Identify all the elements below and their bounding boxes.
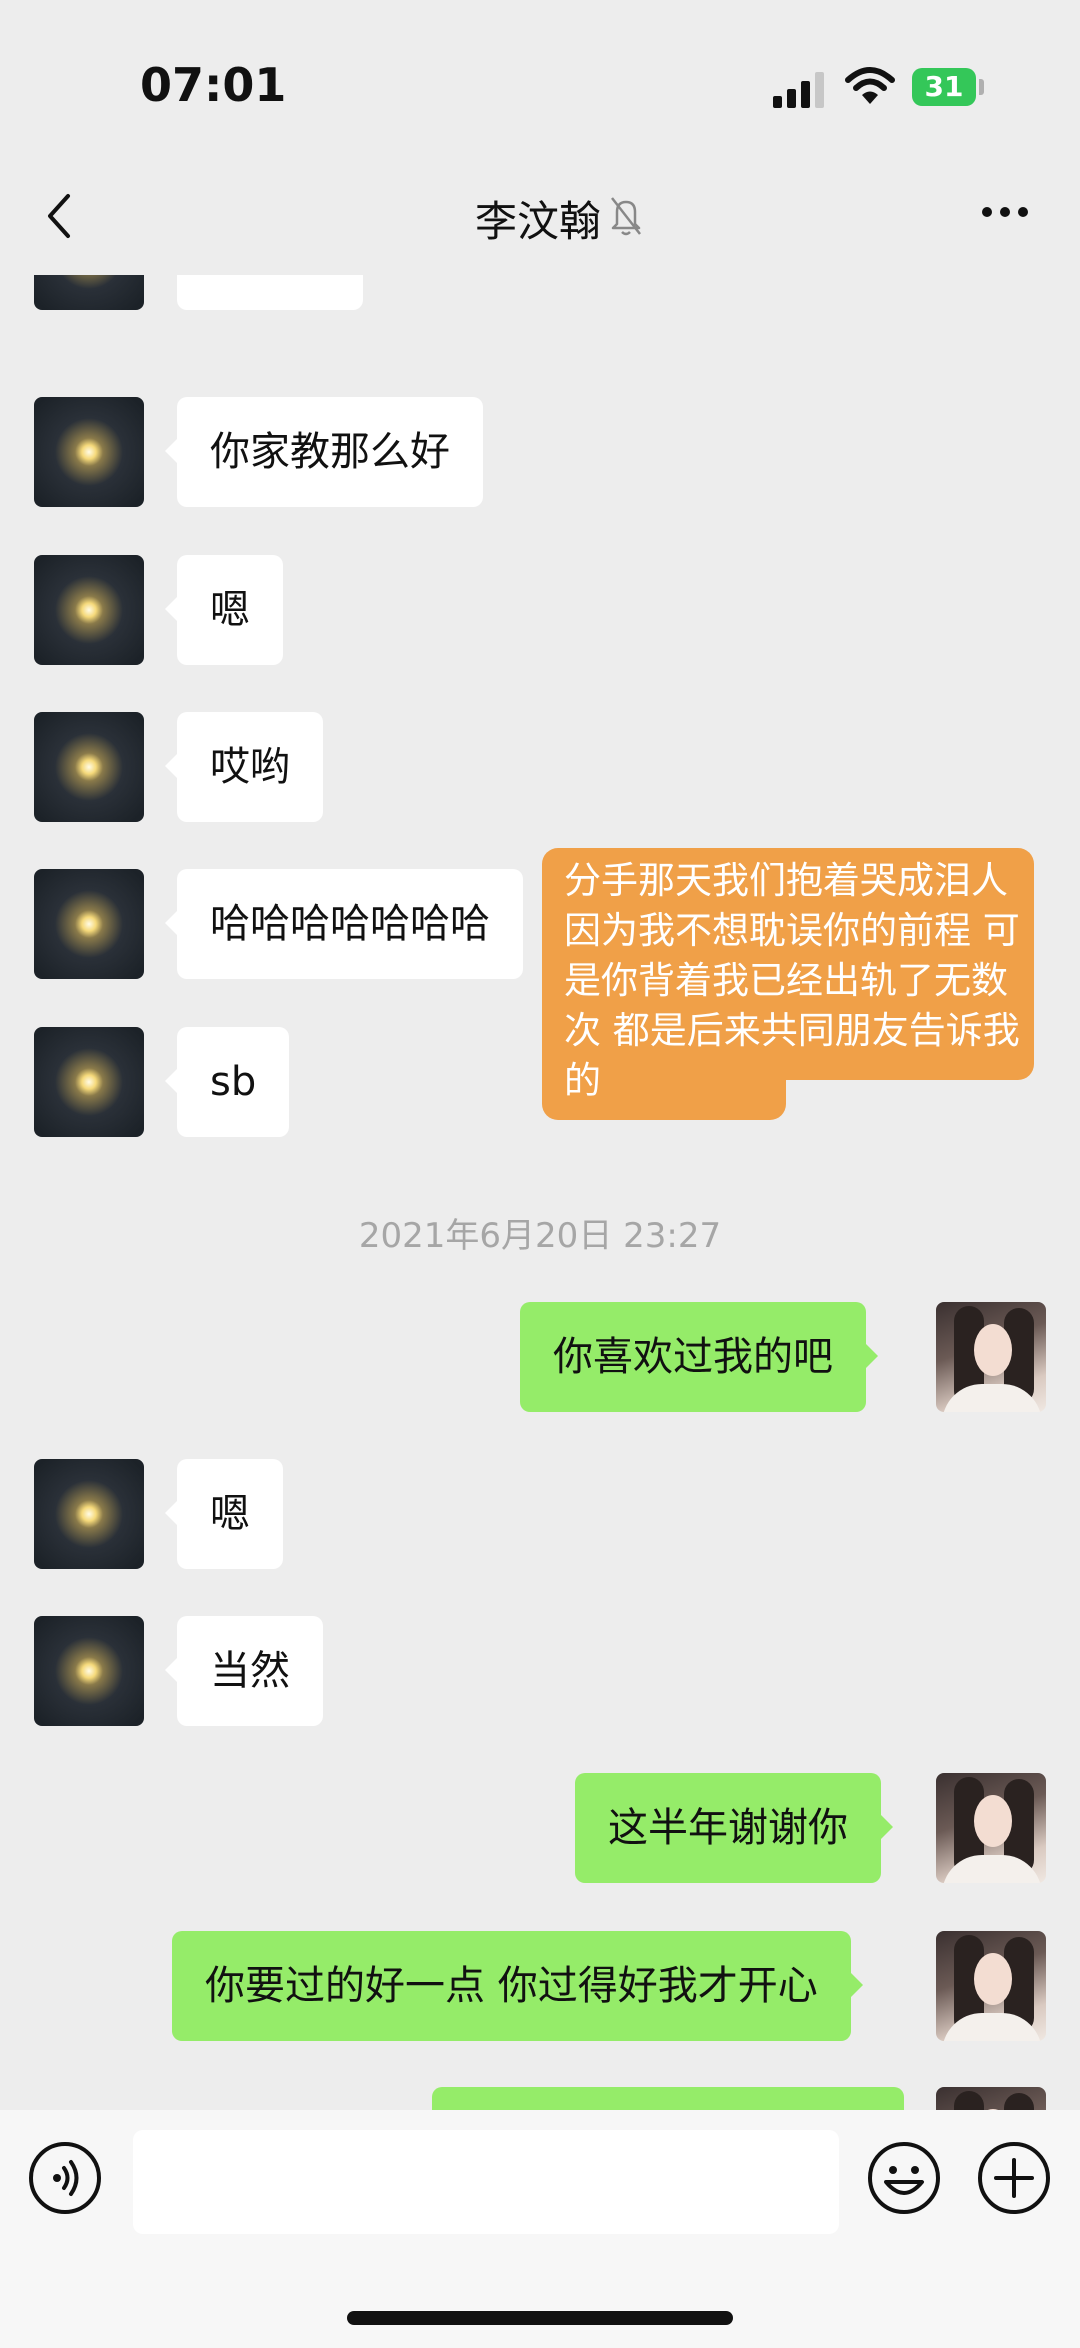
status-time: 07:01 (140, 58, 287, 112)
battery-level: 31 (924, 70, 964, 103)
more-dots-icon[interactable] (980, 200, 1030, 224)
avatar-face (974, 1795, 1012, 1847)
contact-avatar[interactable] (34, 1616, 144, 1726)
message-bubble-outgoing[interactable]: 这半年谢谢你 (575, 1773, 893, 1883)
chevron-left-icon[interactable] (40, 186, 80, 246)
status-bar: 07:01 31 (0, 0, 1080, 170)
message-bubble-outgoing[interactable] (432, 2087, 904, 2110)
avatar-face (974, 1324, 1012, 1376)
contact-avatar[interactable] (34, 555, 144, 665)
contact-name[interactable]: 李汶翰 (475, 188, 601, 249)
message-bubble-incoming[interactable]: 你家教那么好 (165, 397, 483, 507)
emoji-icon[interactable] (866, 2140, 942, 2216)
avatar-hair (954, 2091, 984, 2110)
message-bubble-incoming[interactable]: 相信你 (177, 275, 363, 310)
cellular-signal-icon (773, 72, 824, 108)
message-bubble-outgoing[interactable]: 你喜欢过我的吧 (520, 1302, 878, 1412)
contact-avatar[interactable] (34, 397, 144, 507)
contact-avatar[interactable] (34, 869, 144, 979)
avatar-hair (1004, 2093, 1034, 2110)
message-bubble-incoming[interactable]: 哈哈哈哈哈哈哈 (165, 869, 523, 979)
battery-cap (979, 79, 984, 95)
message-bubble-incoming[interactable]: sb (164, 1027, 290, 1137)
message-bubble-outgoing[interactable]: 你要过的好一点 你过得好我才开心 (172, 1931, 863, 2041)
message-list[interactable]: 相信你 你家教那么好 嗯 哎哟 哈哈哈哈哈哈哈 sb 2021年6月20日 23… (0, 275, 1080, 2110)
contact-avatar[interactable] (34, 712, 144, 822)
chat-header: 李汶翰 (0, 170, 1080, 275)
bell-off-icon (611, 197, 641, 236)
message-bubble-incoming[interactable]: 嗯 (165, 555, 283, 665)
home-indicator[interactable] (347, 2311, 733, 2325)
wifi-icon (845, 67, 895, 104)
user-avatar[interactable] (936, 1931, 1046, 2041)
plus-icon[interactable] (976, 2140, 1052, 2216)
message-input[interactable] (133, 2130, 839, 2234)
contact-avatar[interactable] (34, 275, 144, 310)
message-timestamp: 2021年6月20日 23:27 (358, 1216, 722, 1256)
chat-screen: 07:01 31 李汶翰 你家教那么好 嗯 哎哟 哈哈哈哈哈哈哈 sb 2021… (0, 0, 1080, 2348)
user-avatar[interactable] (936, 2087, 1046, 2110)
contact-avatar[interactable] (34, 1459, 144, 1569)
user-avatar[interactable] (936, 1773, 1046, 1883)
message-bubble-incoming[interactable]: 哎哟 (165, 712, 323, 822)
annotation-text: 分手那天我们抱着哭成泪人 因为我不想耽误你的前程 可是你背着我已经出轨了无数次 … (564, 859, 1020, 1102)
voice-icon[interactable] (27, 2140, 103, 2216)
message-bubble-incoming[interactable]: 嗯 (165, 1459, 283, 1569)
contact-avatar[interactable] (34, 1027, 144, 1137)
message-bubble-incoming[interactable]: 当然 (165, 1616, 323, 1726)
battery-indicator: 31 (912, 68, 976, 106)
user-avatar[interactable] (936, 1302, 1046, 1412)
avatar-face (974, 1953, 1012, 2005)
